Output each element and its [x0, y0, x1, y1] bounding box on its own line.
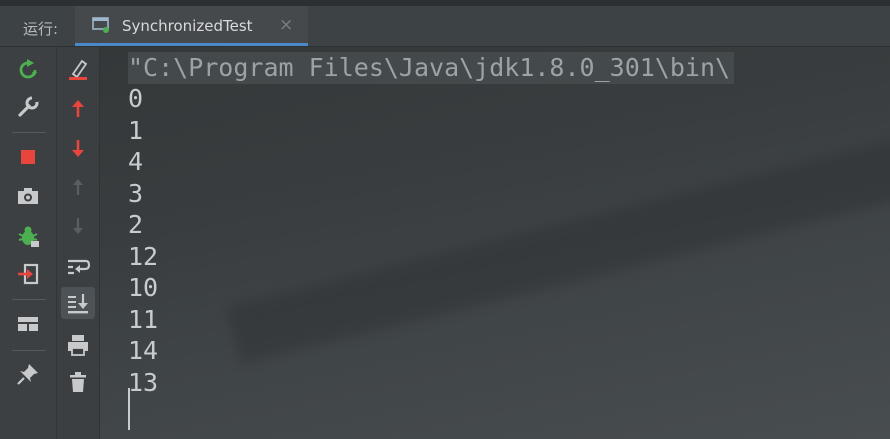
- run-panel-label: 运行:: [23, 20, 59, 38]
- rerun-icon[interactable]: [15, 57, 41, 83]
- output-line: 3: [128, 179, 144, 208]
- output-line: 4: [128, 147, 144, 176]
- output-line: 2: [128, 210, 144, 239]
- left-toolbar: i: [0, 47, 57, 439]
- toolbar-separator: [12, 350, 46, 351]
- layout-icon[interactable]: [15, 311, 41, 337]
- down-arrow-icon[interactable]: [65, 135, 91, 161]
- soft-wrap-icon[interactable]: [65, 253, 91, 279]
- toolbar-separator: [12, 299, 46, 300]
- output-line: 12: [128, 242, 159, 271]
- console-toolbar: [57, 47, 100, 439]
- print-icon[interactable]: [65, 332, 91, 358]
- wrench-icon[interactable]: [15, 94, 41, 120]
- debug-bug-icon[interactable]: [15, 223, 41, 249]
- text-caret: [128, 388, 130, 430]
- ide-run-window: 运行: SynchronizedTest × "C:\Program Files…: [0, 0, 890, 439]
- output-line: 11: [128, 305, 159, 334]
- up-arrow-disabled-icon: [73, 179, 83, 195]
- scroll-to-end-button[interactable]: [61, 287, 95, 319]
- camera-icon[interactable]: [15, 183, 41, 209]
- output-line: 14: [128, 336, 159, 365]
- run-tab-bar: 运行: SynchronizedTest ×: [0, 6, 890, 47]
- command-line: "C:\Program Files\Java\jdk1.8.0_301\bin\: [128, 52, 735, 84]
- toolbar-separator: [12, 132, 46, 133]
- exit-icon[interactable]: [15, 261, 41, 287]
- output-line: 1: [128, 116, 144, 145]
- run-config-icon: [92, 17, 109, 33]
- output-line: 0: [128, 84, 144, 113]
- pin-icon[interactable]: [15, 361, 41, 387]
- trash-icon[interactable]: [65, 369, 91, 395]
- output-line: 13: [128, 368, 159, 397]
- tab-synchronized-test[interactable]: SynchronizedTest ×: [75, 6, 308, 46]
- up-arrow-icon[interactable]: [65, 96, 91, 122]
- tab-title: SynchronizedTest: [122, 17, 253, 35]
- tab-active-indicator: [75, 43, 308, 46]
- down-arrow-disabled-icon: [73, 218, 83, 234]
- close-icon[interactable]: ×: [279, 15, 293, 35]
- clear-console-icon[interactable]: [65, 56, 91, 82]
- scroll-to-end-icon: [68, 294, 88, 314]
- output-line: 10: [128, 273, 159, 302]
- stop-icon[interactable]: [15, 144, 41, 170]
- console-output[interactable]: "C:\Program Files\Java\jdk1.8.0_301\bin\…: [100, 47, 890, 439]
